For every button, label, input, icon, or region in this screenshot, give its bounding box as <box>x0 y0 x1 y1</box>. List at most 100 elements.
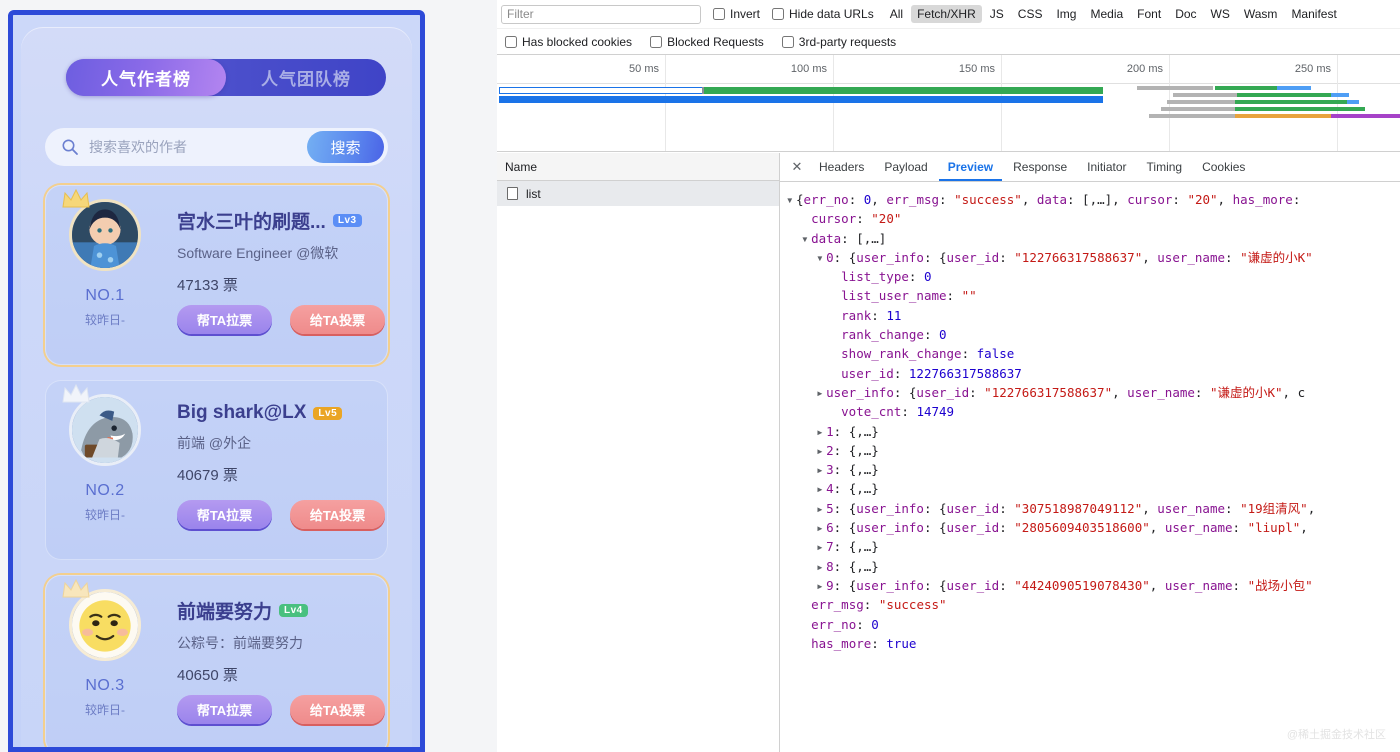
close-icon[interactable]: ✕ <box>786 159 808 175</box>
filter-input[interactable] <box>501 4 701 24</box>
search-button[interactable]: 搜索 <box>307 131 384 163</box>
invert-checkbox[interactable] <box>713 8 725 20</box>
ranking-card[interactable]: NO.1 较昨日- 宫水三叶的刷题... Lv3 Software Engine… <box>45 185 388 365</box>
invert-label: Invert <box>730 7 761 21</box>
preview-json-line[interactable]: ▸ 6: {user_info: {user_id: "2805609403518… <box>786 518 1400 537</box>
type-filter-manifest[interactable]: Manifest <box>1285 5 1342 23</box>
expand-collapse-right-icon[interactable]: ▸ <box>816 460 826 479</box>
preview-json-line[interactable]: cursor: "20" <box>786 209 1400 228</box>
request-row-list[interactable]: list <box>497 181 779 206</box>
author-name[interactable]: Big shark@LX <box>177 402 306 424</box>
type-filter-all[interactable]: All <box>884 5 909 23</box>
blocked-requests-row[interactable]: Blocked Requests <box>650 35 764 49</box>
network-overview-timeline[interactable]: 50 ms 100 ms 150 ms 200 ms 250 ms <box>497 55 1400 152</box>
preview-json-line[interactable]: ▸ 2: {,…} <box>786 441 1400 460</box>
ranking-card[interactable]: NO.3 较昨日- 前端要努力 Lv4 公粽号：前端要努力 40650 票 帮T… <box>45 575 388 747</box>
ranking-tabs[interactable]: 人气作者榜 人气团队榜 <box>66 59 386 96</box>
request-name: list <box>526 186 541 201</box>
expand-collapse-right-icon[interactable]: ▸ <box>816 383 826 402</box>
expand-collapse-right-icon[interactable]: ▸ <box>816 557 826 576</box>
type-filter-font[interactable]: Font <box>1131 5 1167 23</box>
invert-checkbox-row[interactable]: Invert <box>713 7 760 21</box>
crown-icon <box>61 187 91 211</box>
preview-json-line[interactable]: list_type: 0 <box>786 267 1400 286</box>
preview-json-line[interactable]: show_rank_change: false <box>786 344 1400 363</box>
preview-json-line[interactable]: ▸ 9: {user_info: {user_id: "4424090519078… <box>786 576 1400 595</box>
blocked-requests-checkbox[interactable] <box>650 35 663 48</box>
preview-json-line[interactable]: ▸ 1: {,…} <box>786 422 1400 441</box>
tab-preview[interactable]: Preview <box>939 153 1002 181</box>
blocked-requests-label: Blocked Requests <box>667 34 764 49</box>
preview-json-line[interactable]: ▸ 3: {,…} <box>786 460 1400 479</box>
preview-json-line[interactable]: vote_cnt: 14749 <box>786 402 1400 421</box>
preview-json-line[interactable]: err_no: 0 <box>786 615 1400 634</box>
search-bar[interactable]: 搜索 <box>45 128 388 166</box>
help-canvass-button[interactable]: 帮TA拉票 <box>177 305 272 334</box>
expand-collapse-right-icon[interactable]: ▸ <box>816 479 826 498</box>
request-list-header[interactable]: Name <box>497 153 779 181</box>
third-party-requests-label: 3rd-party requests <box>798 34 897 49</box>
expand-collapse-down-icon[interactable]: ▾ <box>816 248 826 267</box>
hide-data-urls-checkbox-row[interactable]: Hide data URLs <box>772 7 874 21</box>
tab-response[interactable]: Response <box>1004 153 1076 181</box>
tab-author-ranking[interactable]: 人气作者榜 <box>66 59 226 96</box>
expand-collapse-right-icon[interactable]: ▸ <box>816 499 826 518</box>
author-name[interactable]: 前端要努力 <box>177 597 272 624</box>
help-canvass-button[interactable]: 帮TA拉票 <box>177 500 272 529</box>
type-filter-css[interactable]: CSS <box>1012 5 1049 23</box>
preview-json-line[interactable]: ▾ 0: {user_info: {user_id: "1227663175886… <box>786 248 1400 267</box>
tab-payload[interactable]: Payload <box>875 153 936 181</box>
type-filter-img[interactable]: Img <box>1050 5 1082 23</box>
tab-initiator[interactable]: Initiator <box>1078 153 1135 181</box>
expand-collapse-right-icon[interactable]: ▸ <box>816 518 826 537</box>
preview-json-line[interactable]: user_id: 122766317588637 <box>786 364 1400 383</box>
vote-button[interactable]: 给TA投票 <box>290 695 385 724</box>
preview-json-line[interactable]: err_msg: "success" <box>786 595 1400 614</box>
vote-button[interactable]: 给TA投票 <box>290 500 385 529</box>
type-filter-js[interactable]: JS <box>984 5 1010 23</box>
card-actions: 帮TA拉票 给TA投票 <box>177 695 385 724</box>
third-party-requests-row[interactable]: 3rd-party requests <box>781 34 897 49</box>
preview-json-line[interactable]: ▸ 8: {,…} <box>786 557 1400 576</box>
vote-button[interactable]: 给TA投票 <box>290 305 385 334</box>
vote-count: 40650 票 <box>177 667 238 684</box>
preview-json-line[interactable]: rank_change: 0 <box>786 325 1400 344</box>
help-canvass-button[interactable]: 帮TA拉票 <box>177 695 272 724</box>
type-filter-wasm[interactable]: Wasm <box>1238 5 1284 23</box>
preview-json-line[interactable]: has_more: true <box>786 634 1400 653</box>
rank-number: NO.3 <box>85 677 125 694</box>
expand-collapse-right-icon[interactable]: ▸ <box>816 537 826 556</box>
expand-collapse-down-icon[interactable]: ▾ <box>801 229 811 248</box>
third-party-requests-checkbox[interactable] <box>781 35 794 48</box>
ranking-card[interactable]: NO.2 较昨日- Big shark@LX Lv5 前端 @外企 40679 … <box>45 380 388 560</box>
network-split-view: Name list ✕ Headers Payload Preview Resp… <box>497 153 1400 752</box>
type-filter-doc[interactable]: Doc <box>1169 5 1202 23</box>
preview-json-line[interactable]: ▸ 7: {,…} <box>786 537 1400 556</box>
preview-json-tree[interactable]: ▾ {err_no: 0, err_msg: "success", data: [… <box>780 182 1400 752</box>
preview-json-line[interactable]: list_user_name: "" <box>786 286 1400 305</box>
tab-headers[interactable]: Headers <box>810 153 873 181</box>
has-blocked-cookies-checkbox[interactable] <box>505 35 517 48</box>
expand-collapse-right-icon[interactable]: ▸ <box>816 441 826 460</box>
expand-collapse-down-icon[interactable]: ▾ <box>786 190 796 209</box>
preview-json-line[interactable]: ▸ user_info: {user_id: "122766317588637",… <box>786 383 1400 402</box>
preview-json-line[interactable]: ▾ {err_no: 0, err_msg: "success", data: [… <box>786 190 1400 209</box>
request-detail-pane: ✕ Headers Payload Preview Response Initi… <box>780 153 1400 752</box>
tab-cookies[interactable]: Cookies <box>1193 153 1254 181</box>
tab-team-ranking[interactable]: 人气团队榜 <box>226 59 386 96</box>
preview-json-line[interactable]: rank: 11 <box>786 306 1400 325</box>
preview-json-line[interactable]: ▸ 4: {,…} <box>786 479 1400 498</box>
preview-json-line[interactable]: ▸ 5: {user_info: {user_id: "3075189870491… <box>786 499 1400 518</box>
hide-data-urls-checkbox[interactable] <box>772 8 785 20</box>
type-filter-ws[interactable]: WS <box>1205 5 1236 23</box>
has-blocked-cookies-row[interactable]: Has blocked cookies <box>505 35 632 49</box>
type-filter-media[interactable]: Media <box>1084 5 1129 23</box>
expand-collapse-right-icon[interactable]: ▸ <box>816 576 826 595</box>
expand-collapse-right-icon[interactable]: ▸ <box>816 422 826 441</box>
author-name[interactable]: 宫水三叶的刷题... <box>177 207 326 234</box>
type-filter-fetch-xhr[interactable]: Fetch/XHR <box>911 5 982 23</box>
preview-json-line[interactable]: ▾ data: [,…] <box>786 229 1400 248</box>
search-input[interactable] <box>87 138 307 156</box>
tab-timing[interactable]: Timing <box>1138 153 1192 181</box>
